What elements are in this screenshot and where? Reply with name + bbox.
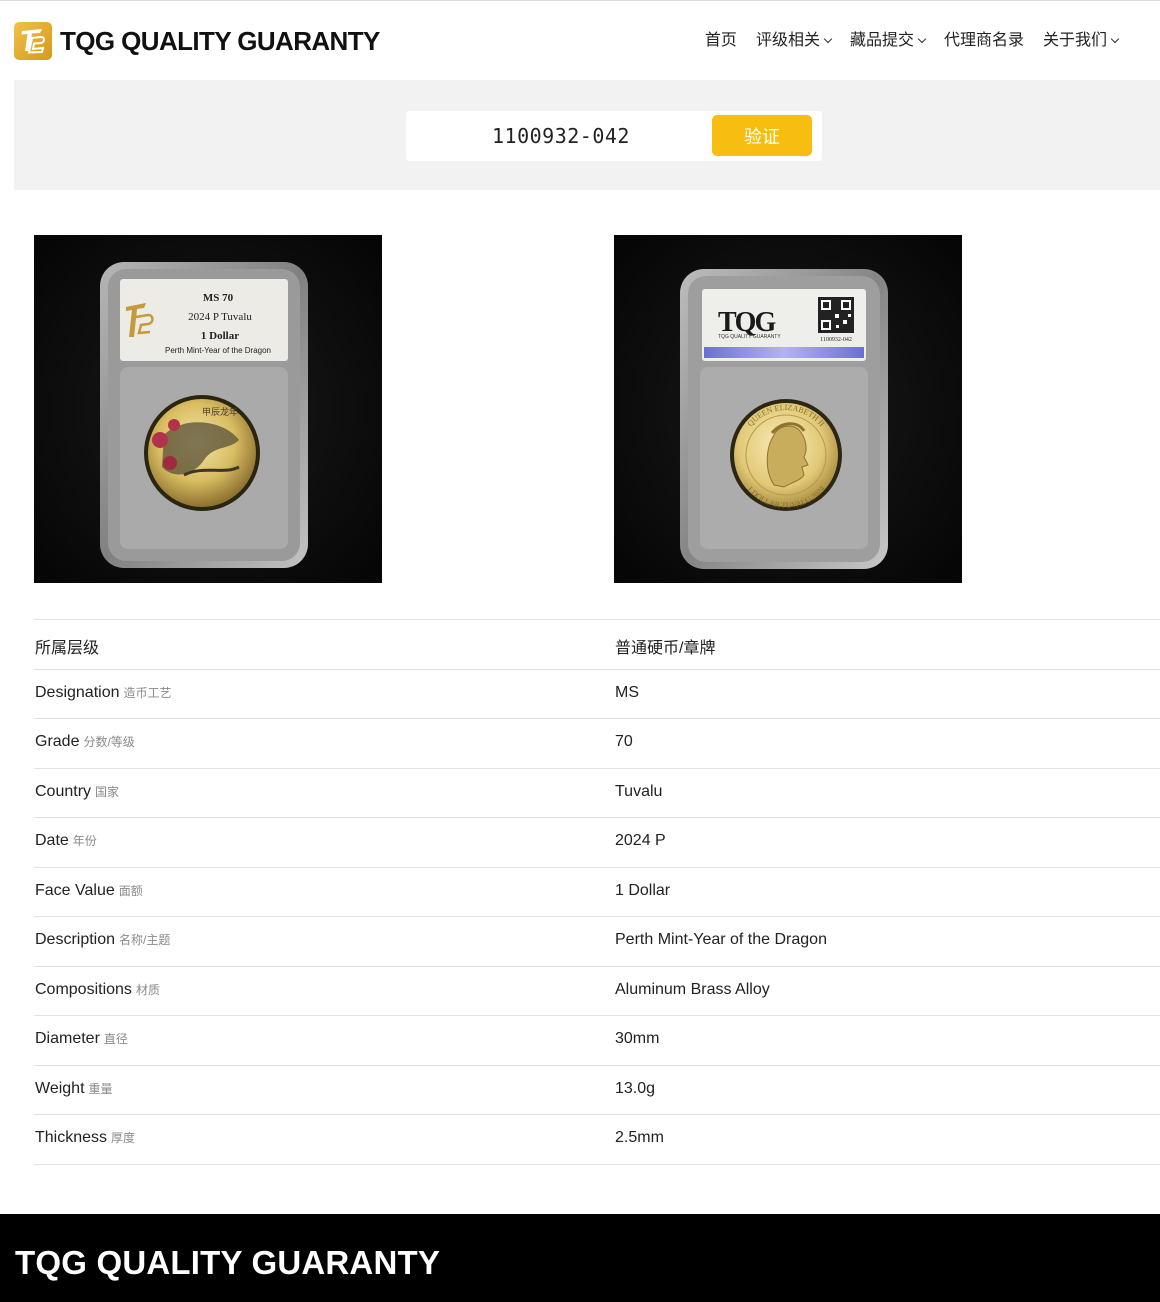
spec-table: 所属层级 普通硬币/章牌 Designation 造币工艺 MS Grade 分数/等级 70… — [34, 619, 1160, 1165]
spec-label-text: Compositions — [35, 980, 132, 998]
spec-row: Date 年份 2024 P — [34, 818, 1160, 868]
spec-value: 13.0g — [615, 1079, 656, 1097]
nav-submission-label: 藏品提交 — [849, 32, 914, 49]
spec-row: Weight 重量 13.0g — [34, 1066, 1160, 1115]
spec-label-text: Description — [35, 931, 116, 948]
nav-grading[interactable]: 评级相关 — [755, 29, 833, 53]
spec-label-subtitle: 面额 — [118, 883, 143, 898]
verify-search-band: 验证 — [14, 80, 1160, 190]
spec-row: Thickness 厚度 2.5mm — [34, 1115, 1160, 1165]
slab-label-grade: MS 70 — [203, 292, 234, 304]
spec-label: Compositions 材质 — [35, 981, 160, 999]
spec-label: Face Value 面额 — [35, 882, 143, 900]
spec-value: Aluminum Brass Alloy — [615, 980, 770, 998]
spec-label-subtitle: 材质 — [135, 982, 160, 997]
spec-label: Date 年份 — [35, 832, 97, 850]
spec-value: Perth Mint-Year of the Dragon — [615, 931, 827, 948]
site-header: TQG QUALITY GUARANTY 首页 评级相关 藏品提交 代理商名录 … — [0, 1, 1160, 80]
spec-row: Country 国家 Tuvalu — [34, 769, 1160, 818]
spec-row: Diameter 直径 30mm — [34, 1016, 1160, 1066]
brand-name[interactable]: TQG QUALITY GUARANTY — [60, 25, 380, 57]
spec-label-text: Designation — [35, 683, 120, 701]
spec-label-text: Diameter — [35, 1030, 100, 1047]
spec-label-subtitle: 重量 — [88, 1081, 113, 1096]
spec-label-subtitle: 直径 — [103, 1032, 128, 1046]
spec-label: Thickness 厚度 — [35, 1129, 135, 1147]
spec-row: 所属层级 普通硬币/章牌 — [34, 620, 1160, 670]
spec-label: Grade 分数/等级 — [35, 733, 135, 751]
nav-submission[interactable]: 藏品提交 — [849, 29, 927, 53]
spec-row: Grade 分数/等级 70 — [34, 719, 1160, 769]
spec-label: Designation 造币工艺 — [35, 684, 172, 702]
slab-brand-subtitle: TQG QUALITY GUARANTY — [718, 334, 781, 340]
nav-home[interactable]: 首页 — [705, 29, 737, 53]
spec-label: Weight 重量 — [35, 1080, 113, 1098]
nav-dealers-label: 代理商名录 — [943, 32, 1024, 49]
nav-grading-label: 评级相关 — [755, 32, 820, 49]
spec-label-text: Weight — [35, 1079, 85, 1097]
spec-label: Description 名称/主题 — [35, 931, 170, 949]
spec-value: 2.5mm — [615, 1129, 664, 1146]
coin-chinese-text: 甲辰龙年 — [202, 406, 238, 418]
chevron-down-icon — [823, 34, 833, 44]
slab-cert-number: 1100932-042 — [820, 337, 852, 343]
spec-value: 70 — [615, 733, 633, 750]
verify-button[interactable]: 验证 — [712, 115, 812, 156]
site-footer: TQG QUALITY GUARANTY — [0, 1214, 1160, 1302]
spec-value: 1 Dollar — [615, 881, 671, 899]
nav-home-label: 首页 — [704, 32, 737, 49]
spec-row: Description 名称/主题 Perth Mint-Year of the D… — [34, 917, 1160, 967]
nav-about[interactable]: 关于我们 — [1042, 29, 1120, 53]
hologram-strip — [704, 347, 864, 358]
spec-value: 2024 P — [615, 832, 666, 849]
slab-label-description: Perth Mint-Year of the Dragon — [165, 346, 271, 355]
spec-row: Compositions 材质 Aluminum Brass Alloy — [34, 967, 1160, 1016]
spec-label-text: Face Value — [35, 881, 115, 899]
spec-value: Tuvalu — [615, 782, 663, 800]
verify-search-box: 验证 — [406, 111, 822, 161]
nav-about-label: 关于我们 — [1042, 32, 1107, 49]
nav-dealers[interactable]: 代理商名录 — [944, 29, 1024, 53]
footer-brand: TQG QUALITY GUARANTY — [15, 1244, 441, 1281]
spec-label-subtitle: 年份 — [72, 834, 97, 848]
spec-label-subtitle: 国家 — [95, 784, 120, 799]
tqg-logo-icon[interactable] — [14, 22, 52, 60]
cert-number-input[interactable] — [416, 117, 706, 155]
spec-value: 30mm — [615, 1030, 660, 1047]
spec-label-subtitle: 名称/主题 — [119, 933, 171, 947]
spec-label-subtitle: 造币工艺 — [123, 685, 172, 700]
spec-label: Country 国家 — [35, 783, 119, 801]
main-nav: 首页 评级相关 藏品提交 代理商名录 关于我们 — [686, 29, 1120, 53]
spec-label-text: Thickness — [35, 1129, 108, 1146]
spec-label-text: Date — [35, 832, 69, 849]
slab-label-year-country: 2024 P Tuvalu — [188, 311, 252, 323]
obverse-photo[interactable]: MS 70 2024 P Tuvalu 1 Dollar Perth Mint-… — [34, 235, 382, 583]
chevron-down-icon — [1110, 34, 1120, 44]
slab-label-denomination: 1 Dollar — [201, 330, 239, 342]
spec-label-text: Grade — [35, 733, 80, 750]
spec-row: Designation 造币工艺 MS — [34, 670, 1160, 719]
reverse-photo[interactable]: TQG TQG QUALITY GUARANTY 1100932-042 QUE… — [614, 235, 962, 583]
spec-value: 普通硬币/章牌 — [615, 640, 716, 657]
spec-label-subtitle: 厚度 — [111, 1131, 136, 1145]
spec-value: MS — [615, 683, 639, 701]
chevron-down-icon — [917, 34, 927, 44]
spec-row: Face Value 面额 1 Dollar — [34, 868, 1160, 917]
spec-label-text: 所属层级 — [35, 640, 100, 657]
spec-label: Diameter 直径 — [35, 1030, 128, 1048]
spec-label: 所属层级 — [35, 634, 99, 658]
spec-label-subtitle: 分数/等级 — [83, 735, 135, 749]
spec-label-text: Country — [35, 782, 92, 800]
